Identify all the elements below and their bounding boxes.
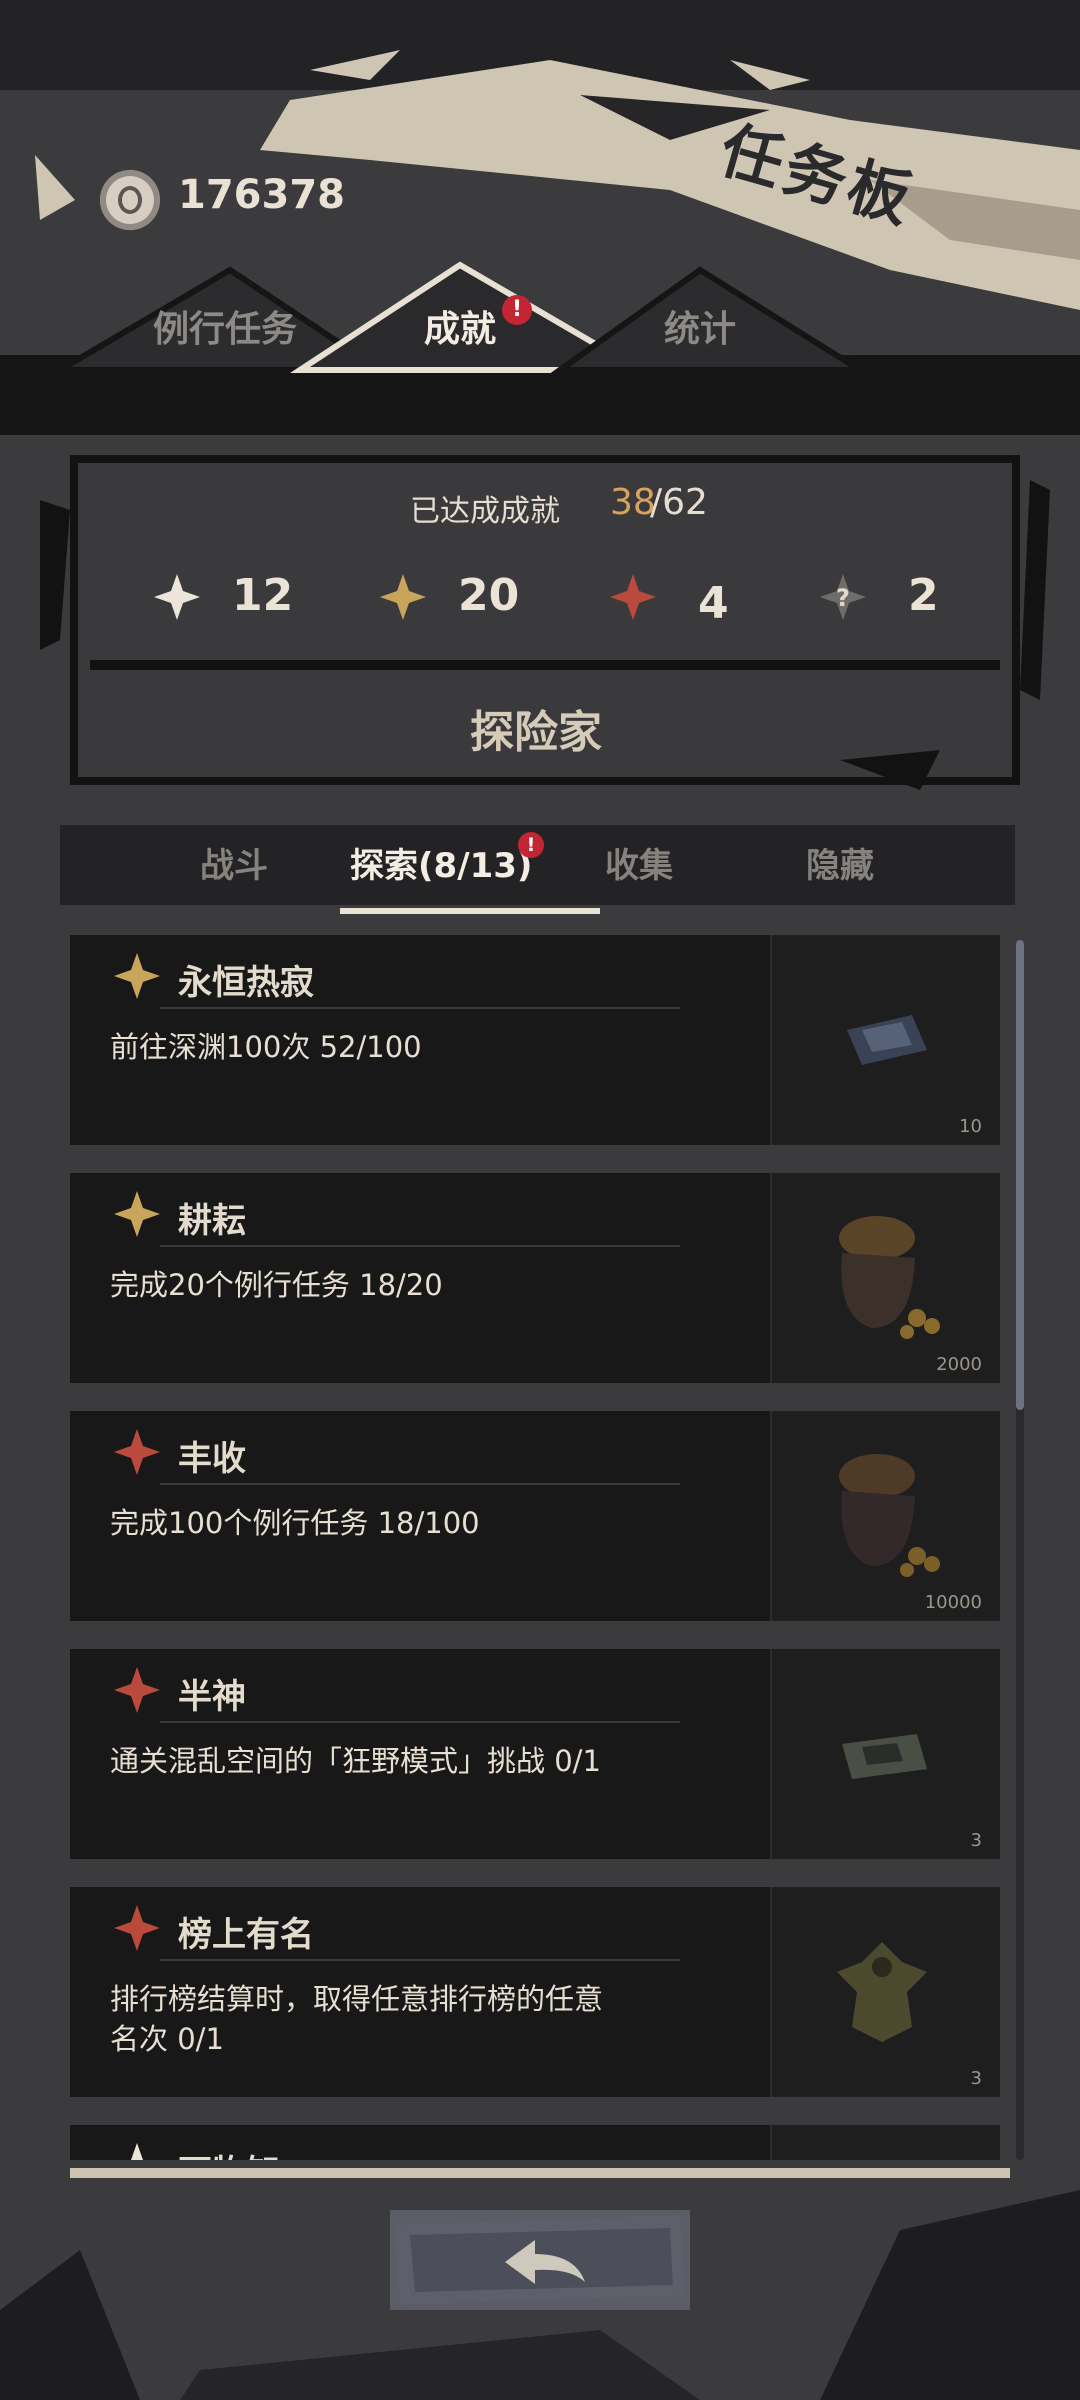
achievement-card[interactable]: 榜上有名 排行榜结算时，取得任意排行榜的任意名次 0/1 3 [70,1887,1000,2097]
hidden-star-icon: ? [820,574,866,620]
list-bottom-edge [70,2168,1010,2178]
coin-pouch-icon [839,1454,940,1577]
achievement-title: 永恒热寂 [178,963,314,1003]
reward-slot[interactable]: 3 [770,1887,1000,2097]
hidden-star-count: 2 [908,570,939,621]
tab-routine-tasks[interactable]: 例行任务 [140,300,310,360]
coin-pouch-icon [839,1216,940,1339]
gold-star-count: 20 [458,570,520,621]
creature-item-icon [837,1942,927,2042]
achievement-card[interactable]: 丰收 完成100个例行任务 18/100 10000 [70,1411,1000,1621]
achievement-title: 榜上有名 [178,1915,314,1955]
summary-total: /62 [650,482,708,523]
summary-divider [90,660,1000,670]
achievement-title: 耕耘 [178,1201,246,1241]
map-item-icon [842,1734,927,1779]
tab-achievements[interactable]: 成就 [410,300,510,360]
tab-collect[interactable]: 收集 [605,838,673,887]
summary-completed: 38 [610,482,656,523]
gold-star-icon [380,574,426,620]
reward-slot[interactable]: 2000 [770,1173,1000,1383]
rank-title: 探险家 [470,707,602,758]
svg-text:?: ? [836,584,850,612]
coin-count: 176378 [178,172,345,218]
tab-hidden[interactable]: 隐藏 [806,838,874,887]
achievement-card[interactable]: 半神 通关混乱空间的「狂野模式」挑战 0/1 3 [70,1649,1000,1859]
achievement-description: 完成100个例行任务 18/100 [110,1506,480,1540]
achievement-title: 半神 [178,1677,246,1717]
reward-quantity: 10 [959,1116,982,1137]
active-tab-underline [340,908,600,914]
reward-slot[interactable]: 10000 [770,1411,1000,1621]
red-star-icon [114,1667,160,1713]
gold-star-icon [114,953,160,999]
white-star-icon [131,2143,143,2160]
tab-explore-badge: ! [518,832,544,858]
achievement-card[interactable]: 万物知 [70,2125,1000,2160]
red-star-icon [610,574,656,620]
reward-quantity: 2000 [936,1354,982,1375]
achievement-description: 通关混乱空间的「狂野模式」挑战 0/1 [110,1744,601,1778]
reward-quantity: 3 [970,2068,982,2089]
gold-star-icon [114,1191,160,1237]
achievement-list[interactable]: 永恒热寂 前往深渊100次 52/100 10 耕耘 完成20个例行任务 18/… [70,935,1000,2160]
title-divider [160,1483,680,1485]
achievement-description: 完成20个例行任务 18/20 [110,1268,443,1302]
title-divider [160,1721,680,1723]
white-star-icon [154,574,200,620]
title-divider [160,1959,680,1961]
reward-slot[interactable] [770,2125,1000,2160]
tab-achievements-badge: ! [502,295,532,325]
red-star-icon [114,1905,160,1951]
achievement-title: 丰收 [178,1439,246,1479]
title-divider [160,1007,680,1009]
back-button[interactable] [390,2210,690,2310]
summary-label: 已达成成就 [410,494,560,529]
tab-explore[interactable]: 探索(8/13) [350,838,532,887]
map-item-icon [847,1015,927,1065]
achievement-description: 排行榜结算时，取得任意排行榜的任意名次 0/1 [110,1982,604,2056]
achievement-card[interactable]: 耕耘 完成20个例行任务 18/20 2000 [70,1173,1000,1383]
tab-statistics[interactable]: 统计 [650,300,750,360]
title-divider [160,1245,680,1247]
red-star-icon [114,1429,160,1475]
reward-slot[interactable]: 3 [770,1649,1000,1859]
reward-quantity: 10000 [924,1592,982,1613]
achievement-title: 万物知 [178,2145,280,2160]
reward-slot[interactable]: 10 [770,935,1000,1145]
reward-quantity: 3 [970,1830,982,1851]
list-scrollbar-thumb[interactable] [1016,940,1024,1410]
achievement-card[interactable]: 永恒热寂 前往深渊100次 52/100 10 [70,935,1000,1145]
tab-combat[interactable]: 战斗 [200,838,268,887]
coin-eye-icon [118,186,142,214]
coin-area-shard [35,155,75,220]
red-star-count: 4 [698,578,729,629]
white-star-count: 12 [232,570,294,621]
achievement-description: 前往深渊100次 52/100 [110,1030,422,1064]
